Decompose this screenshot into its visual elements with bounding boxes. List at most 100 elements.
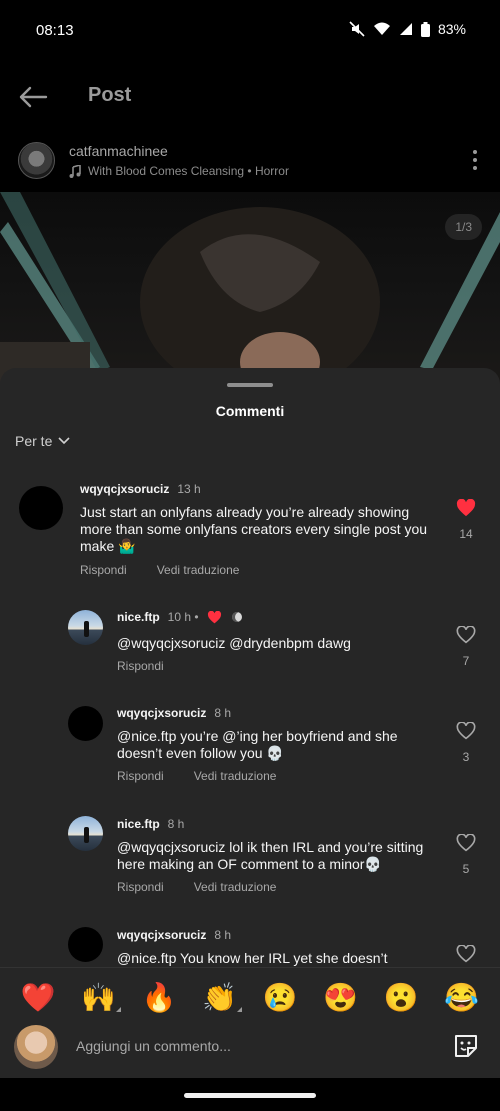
comment-meta: wqyqcjxsoruciz 13 h bbox=[80, 482, 201, 496]
comment-time: 13 h bbox=[177, 482, 201, 496]
emoji-laugh-button[interactable]: 😂 bbox=[444, 981, 480, 1014]
more-dot-icon bbox=[473, 150, 477, 154]
post-photo bbox=[0, 192, 500, 392]
comment-actions: Rispondi Vedi traduzione bbox=[80, 563, 239, 577]
battery-percent: 83% bbox=[437, 21, 466, 37]
like-button[interactable]: 7 bbox=[451, 625, 481, 668]
sort-label: Per te bbox=[15, 433, 53, 449]
sticker-icon bbox=[455, 1035, 477, 1057]
emoji-quick-bar: ❤️ 🙌 🔥 👏 😢 😍 😮 😂 bbox=[0, 967, 500, 1027]
post-music[interactable]: With Blood Comes Cleansing • Horror bbox=[69, 164, 289, 178]
emoji-heart-button[interactable]: ❤️ bbox=[20, 981, 56, 1014]
more-dot-icon bbox=[473, 158, 477, 162]
comment-username[interactable]: wqyqcjxsoruciz bbox=[117, 706, 206, 720]
comments-title: Commenti bbox=[215, 403, 285, 419]
comment-actions: Rispondi Vedi traduzione bbox=[117, 769, 276, 783]
reply-button[interactable]: Rispondi bbox=[117, 880, 164, 894]
comment-time: 8 h bbox=[167, 817, 185, 831]
comment-input[interactable]: Aggiungi un commento... bbox=[76, 1038, 231, 1054]
commenter-avatar[interactable] bbox=[68, 706, 103, 741]
comment-text: @nice.ftp you’re @’ing her boyfriend and… bbox=[117, 728, 398, 761]
status-icons: 83% bbox=[349, 21, 466, 37]
top-bar: Post bbox=[0, 62, 500, 132]
comment-time: 8 h bbox=[214, 706, 232, 720]
more-dot-icon bbox=[473, 166, 477, 170]
comment-username[interactable]: wqyqcjxsoruciz bbox=[117, 928, 206, 942]
like-button[interactable]: 5 bbox=[451, 833, 481, 876]
commenter-avatar[interactable] bbox=[68, 927, 103, 962]
commenter-avatar[interactable] bbox=[68, 816, 103, 851]
author-mini-avatar bbox=[229, 610, 244, 624]
wifi-icon bbox=[373, 22, 391, 36]
home-indicator[interactable] bbox=[184, 1093, 316, 1098]
reply-item: nice.ftp 10 h • @wqyqcjxsoruciz @drydenb… bbox=[0, 604, 500, 684]
comment-text: @wqyqcjxsoruciz lol ik then IRL and you’… bbox=[117, 839, 424, 872]
translate-button[interactable]: Vedi traduzione bbox=[157, 563, 240, 577]
comment-text: @wqyqcjxsoruciz @drydenbpm dawg bbox=[117, 635, 351, 651]
comment-meta: nice.ftp 10 h • bbox=[117, 610, 244, 624]
reply-item: wqyqcjxsoruciz 8 h @nice.ftp You know he… bbox=[0, 923, 500, 973]
heart-outline-icon bbox=[456, 833, 476, 852]
music-note-icon bbox=[69, 164, 81, 178]
more-options-button[interactable] bbox=[470, 150, 480, 174]
post-image[interactable]: 1/3 bbox=[0, 192, 500, 392]
like-button[interactable]: 14 bbox=[451, 498, 481, 541]
like-count: 3 bbox=[462, 750, 470, 764]
sort-dropdown[interactable]: Per te bbox=[15, 433, 70, 449]
reply-item: nice.ftp 8 h @wqyqcjxsoruciz lol ik then… bbox=[0, 812, 500, 912]
chevron-down-icon bbox=[58, 437, 70, 445]
comment-actions: Rispondi Vedi traduzione bbox=[117, 880, 276, 894]
sticker-button[interactable] bbox=[452, 1032, 480, 1060]
comment-actions: Rispondi bbox=[117, 659, 164, 673]
reply-button[interactable]: Rispondi bbox=[80, 563, 127, 577]
heart-outline-icon bbox=[456, 944, 476, 963]
emoji-heart-eyes-button[interactable]: 😍 bbox=[323, 981, 359, 1014]
like-count: 5 bbox=[462, 862, 470, 876]
reply-button[interactable]: Rispondi bbox=[117, 659, 164, 673]
comment-meta: wqyqcjxsoruciz 8 h bbox=[117, 928, 231, 942]
like-count: 14 bbox=[459, 527, 473, 541]
emoji-clap-button[interactable]: 👏 bbox=[202, 981, 242, 1014]
drag-handle[interactable] bbox=[227, 383, 273, 387]
music-title: With Blood Comes Cleansing • Horror bbox=[88, 164, 289, 178]
like-button[interactable] bbox=[451, 944, 481, 968]
commenter-avatar[interactable] bbox=[68, 610, 103, 645]
current-user-avatar bbox=[14, 1025, 58, 1069]
like-count: 7 bbox=[462, 654, 470, 668]
comment-meta: wqyqcjxsoruciz 8 h bbox=[117, 706, 231, 720]
back-button[interactable] bbox=[16, 80, 50, 114]
page-title: Post bbox=[88, 84, 132, 106]
emoji-surprised-button[interactable]: 😮 bbox=[383, 981, 419, 1014]
author-username[interactable]: catfanmachinee bbox=[69, 143, 168, 159]
heart-filled-icon bbox=[456, 498, 476, 517]
emoji-raised-hands-button[interactable]: 🙌 bbox=[81, 981, 121, 1014]
emoji-fire-button[interactable]: 🔥 bbox=[141, 981, 177, 1014]
translate-button[interactable]: Vedi traduzione bbox=[194, 769, 277, 783]
translate-button[interactable]: Vedi traduzione bbox=[194, 880, 277, 894]
post-author-row: catfanmachinee With Blood Comes Cleansin… bbox=[0, 132, 500, 192]
mute-icon bbox=[349, 21, 365, 37]
heart-outline-icon bbox=[456, 625, 476, 644]
comment-time: 10 h • bbox=[167, 610, 199, 624]
comment-username[interactable]: nice.ftp bbox=[117, 610, 160, 624]
comment-meta: nice.ftp 8 h bbox=[117, 817, 184, 831]
author-avatar[interactable] bbox=[18, 142, 55, 179]
status-time: 08:13 bbox=[36, 22, 74, 39]
status-bar: 08:13 83% bbox=[0, 0, 500, 62]
commenter-avatar[interactable] bbox=[19, 486, 63, 530]
author-liked-heart-icon bbox=[207, 610, 221, 623]
comment-time: 8 h bbox=[214, 928, 232, 942]
reply-item: wqyqcjxsoruciz 8 h @nice.ftp you’re @’in… bbox=[0, 702, 500, 802]
system-nav-bar bbox=[0, 1078, 500, 1111]
like-button[interactable]: 3 bbox=[451, 721, 481, 764]
comment-text: Just start an onlyfans already you’re al… bbox=[80, 504, 428, 554]
emoji-cry-button[interactable]: 😢 bbox=[262, 981, 298, 1014]
reply-button[interactable]: Rispondi bbox=[117, 769, 164, 783]
battery-icon bbox=[420, 21, 430, 37]
comment-username[interactable]: wqyqcjxsoruciz bbox=[80, 482, 169, 496]
comment-composer: Aggiungi un commento... bbox=[0, 1022, 500, 1078]
comment-item: wqyqcjxsoruciz 13 h Just start an onlyfa… bbox=[0, 476, 500, 586]
comment-username[interactable]: nice.ftp bbox=[117, 817, 160, 831]
heart-outline-icon bbox=[456, 721, 476, 740]
arrow-left-icon bbox=[19, 86, 48, 108]
